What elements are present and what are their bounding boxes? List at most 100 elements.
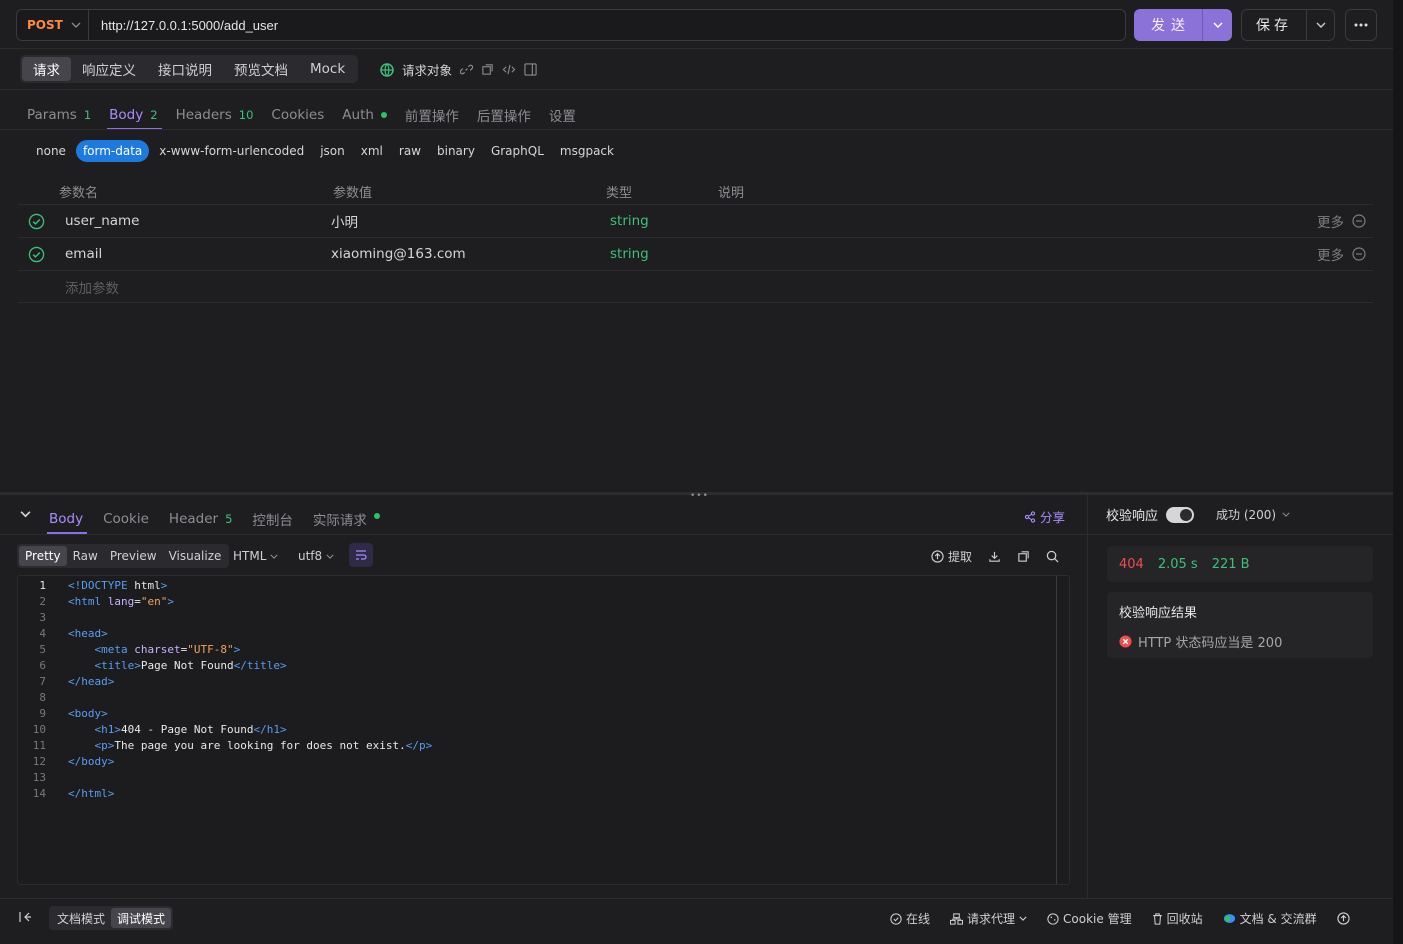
param-name[interactable]: user_name [65, 205, 139, 237]
tab-cookies[interactable]: Cookies [271, 101, 324, 129]
body-type-selector: none form-data x-www-form-urlencoded jso… [30, 140, 620, 162]
tab-mock[interactable]: Mock [299, 57, 356, 81]
collapse-chevron-icon[interactable] [20, 510, 31, 518]
tab-badge: 5 [225, 512, 233, 526]
tab-label: Header [168, 511, 219, 527]
row-more[interactable]: 更多 [1317, 238, 1366, 270]
param-type[interactable]: string [610, 205, 649, 237]
tab-params[interactable]: Params 1 [27, 101, 91, 129]
word-wrap-button[interactable] [349, 543, 373, 567]
cookie-manager-button[interactable]: Cookie 管理 [1047, 910, 1132, 927]
status-select[interactable]: 成功 (200) [1216, 506, 1290, 523]
url-input[interactable]: http://127.0.0.1:5000/add_user [89, 18, 278, 33]
line-number: 14 [32, 787, 46, 800]
wrap-icon [356, 550, 367, 560]
tab-settings[interactable]: 设置 [549, 101, 576, 129]
tab-pre-operations[interactable]: 前置操作 [405, 101, 459, 129]
param-value[interactable]: 小明 [331, 205, 358, 237]
chevron-down-icon [326, 554, 334, 559]
param-type[interactable]: string [610, 238, 649, 270]
send-button[interactable]: 发送 [1134, 9, 1232, 41]
save-dropdown[interactable] [1306, 10, 1334, 40]
more-options-button[interactable] [1345, 9, 1377, 41]
tab-badge: 10 [238, 108, 254, 122]
tab-api-description[interactable]: 接口说明 [147, 57, 223, 81]
response-code-viewer[interactable]: 1 <!DOCTYPE html> 2 <html lang="en"> 3 4 <head… [17, 575, 1070, 885]
doc-mode-button[interactable]: 文档模式 [51, 908, 111, 928]
format-preview[interactable]: Preview [104, 546, 163, 566]
body-type-xml[interactable]: xml [355, 140, 389, 162]
tab-request[interactable]: 请求 [22, 57, 71, 81]
code-line: <body> [68, 707, 108, 720]
online-status[interactable]: 在线 [890, 910, 930, 927]
tab-response-header[interactable]: Header 5 [169, 505, 232, 533]
body-type-json[interactable]: json [314, 140, 351, 162]
upload-circle-icon[interactable] [1336, 912, 1350, 925]
proxy-select[interactable]: 请求代理 [950, 910, 1027, 927]
format-pretty[interactable]: Pretty [19, 546, 67, 566]
scrollbar[interactable] [1056, 576, 1057, 884]
tab-actual-request[interactable]: 实际请求 [313, 505, 380, 533]
language-select[interactable]: HTML [233, 549, 279, 563]
param-value[interactable]: xiaoming@163.com [331, 238, 466, 270]
request-sub-tabs: Params 1 Body 2 Headers 10 Cookies Auth 前置操… [27, 101, 576, 130]
minus-circle-icon[interactable] [1352, 214, 1366, 228]
panel-icon[interactable] [524, 63, 537, 76]
encoding-select[interactable]: utf8 [298, 549, 334, 563]
body-type-none[interactable]: none [30, 140, 72, 162]
search-icon[interactable] [1046, 550, 1059, 563]
tab-response-cookie[interactable]: Cookie [103, 505, 149, 533]
response-tools: 提取 [931, 548, 1059, 565]
add-param-input[interactable]: 添加参数 [65, 271, 119, 302]
tab-label: 实际请求 [312, 513, 367, 529]
tab-post-operations[interactable]: 后置操作 [477, 101, 531, 129]
body-type-msgpack[interactable]: msgpack [554, 140, 620, 162]
tab-auth[interactable]: Auth [342, 101, 387, 129]
tab-preview-docs[interactable]: 预览文档 [223, 57, 299, 81]
trash-icon [1152, 912, 1162, 925]
send-dropdown[interactable] [1202, 9, 1232, 41]
body-type-binary[interactable]: binary [431, 140, 481, 162]
body-type-raw[interactable]: raw [393, 140, 427, 162]
tab-label: 控制台 [252, 513, 293, 529]
share-button[interactable]: 分享 [1024, 507, 1065, 526]
code-line: <p>The page you are looking for does not… [94, 739, 433, 752]
body-type-graphql[interactable]: GraphQL [485, 140, 550, 162]
format-visualize[interactable]: Visualize [163, 546, 228, 566]
copy-icon[interactable] [1017, 550, 1030, 563]
download-icon[interactable] [988, 550, 1001, 563]
method-select[interactable]: POST [17, 10, 89, 40]
tab-body[interactable]: Body 2 [107, 101, 163, 130]
tab-console[interactable]: 控制台 [252, 505, 293, 533]
column-header: 参数值 [333, 185, 373, 201]
request-object[interactable]: 请求对象 [380, 60, 537, 79]
tab-headers[interactable]: Headers 10 [176, 101, 254, 129]
row-checkbox[interactable] [28, 205, 45, 237]
collapse-sidebar-icon[interactable] [19, 912, 31, 922]
body-type-form-data[interactable]: form-data [75, 140, 150, 162]
tab-response-body[interactable]: Body [46, 505, 88, 534]
window-scrollbar[interactable] [1393, 0, 1403, 944]
format-raw[interactable]: Raw [67, 546, 104, 566]
tab-response-definition[interactable]: 响应定义 [71, 57, 147, 81]
debug-mode-button[interactable]: 调试模式 [111, 908, 172, 928]
tab-label: Cookies [271, 107, 325, 123]
trash-label: 回收站 [1166, 912, 1203, 926]
language-label: HTML [233, 549, 267, 563]
extract-button[interactable]: 提取 [931, 548, 972, 565]
copy-icon[interactable] [481, 63, 494, 76]
row-more[interactable]: 更多 [1317, 205, 1366, 237]
param-name[interactable]: email [65, 238, 102, 270]
error-circle-icon [1119, 635, 1132, 648]
share-icon [1024, 510, 1036, 523]
save-button[interactable]: 保存 [1241, 9, 1335, 41]
row-checkbox[interactable] [28, 238, 45, 270]
trash-button[interactable]: 回收站 [1152, 910, 1203, 927]
body-type-urlencoded[interactable]: x-www-form-urlencoded [153, 140, 310, 162]
minus-circle-icon[interactable] [1352, 247, 1366, 261]
validation-toggle[interactable] [1166, 506, 1195, 523]
code-icon[interactable] [502, 63, 516, 76]
docs-community-button[interactable]: 文档 & 交流群 [1223, 910, 1317, 927]
drag-handle-icon[interactable]: ••• [690, 491, 709, 501]
link-icon[interactable] [460, 63, 474, 76]
